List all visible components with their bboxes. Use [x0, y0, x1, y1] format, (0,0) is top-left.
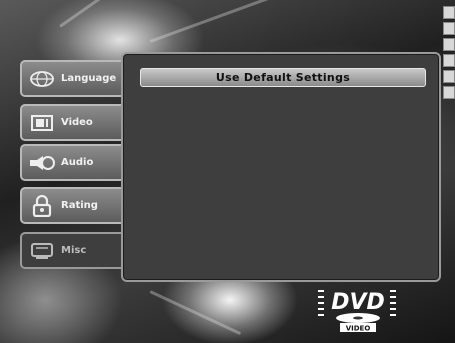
dvd-logo-text: DVD: [331, 290, 385, 315]
dvd-logo: DVD VIDEO: [318, 284, 398, 334]
tab-label: Rating: [61, 200, 98, 211]
tab-audio[interactable]: Audio: [20, 144, 124, 181]
tab-rating[interactable]: Rating: [20, 187, 124, 224]
side-decoration: [443, 6, 455, 102]
speaker-icon: [29, 152, 55, 174]
tab-label: Language: [61, 73, 117, 84]
tab-label: Misc: [61, 245, 87, 256]
dvd-logo-subtext: VIDEO: [346, 325, 371, 333]
lock-icon: [29, 194, 55, 217]
settings-panel: Use Default Settings: [121, 52, 441, 282]
menu-item-label: Use Default Settings: [215, 71, 351, 84]
globe-icon: [29, 68, 55, 90]
misc-icon: [29, 240, 55, 262]
monitor-icon: [29, 112, 55, 134]
tab-video[interactable]: Video: [20, 104, 124, 141]
tab-misc[interactable]: Misc: [20, 232, 126, 269]
use-default-settings-button[interactable]: Use Default Settings: [140, 68, 426, 87]
tab-label: Audio: [61, 157, 94, 168]
tab-language[interactable]: Language: [20, 60, 124, 97]
tab-label: Video: [61, 117, 93, 128]
